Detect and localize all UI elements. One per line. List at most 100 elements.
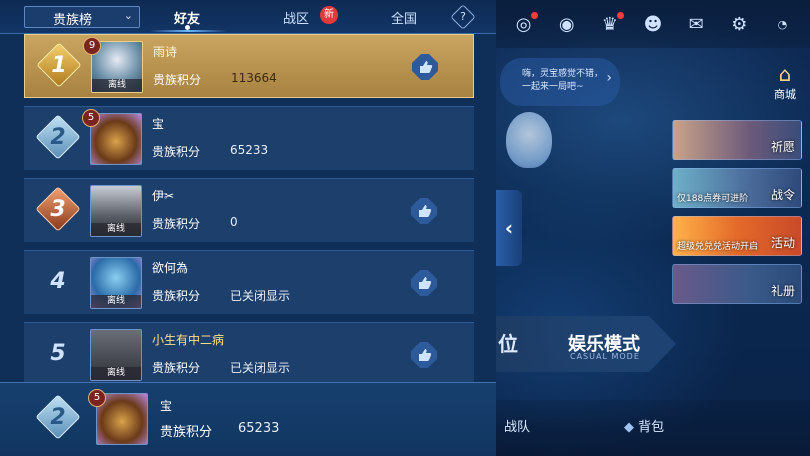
leaderboard-panel: 贵族榜 ⌄ 好友 战区 新 全国 ? 1 离线 9 雨诗 贵族积分 113664 bbox=[0, 0, 496, 456]
like-button[interactable] bbox=[410, 341, 438, 369]
level-badge: 9 bbox=[83, 37, 101, 55]
score-value: 0 bbox=[230, 215, 238, 229]
avatar[interactable]: 离线 bbox=[90, 329, 142, 381]
like-button[interactable] bbox=[411, 53, 439, 81]
score-label: 贵族积分 bbox=[152, 217, 201, 231]
shop-button[interactable]: ⌂ 商城 bbox=[770, 62, 800, 102]
offline-label: 离线 bbox=[92, 79, 142, 92]
bubble-text: 嗨，灵宝感觉不错，一起来一局吧~ bbox=[522, 69, 604, 92]
battle-pass-panel[interactable]: 仅188点券可进阶 战令 bbox=[672, 168, 802, 208]
my-rank-bar: 2 5 宝 贵族积分 65233 bbox=[0, 382, 496, 456]
score-value: 已关闭显示 bbox=[230, 289, 291, 303]
panel-sub: 超级兑兑兑活动开启 bbox=[677, 242, 759, 252]
leaderboard-tabs: 贵族榜 ⌄ 好友 战区 新 全国 ? bbox=[0, 0, 496, 34]
avatar[interactable]: 离线 bbox=[90, 185, 142, 237]
score-value: 65233 bbox=[238, 421, 280, 436]
notification-dot bbox=[616, 12, 624, 19]
rank-text: 3 bbox=[50, 196, 66, 222]
help-icon[interactable]: ? bbox=[450, 4, 476, 30]
bag-icon: ◆ bbox=[624, 420, 639, 435]
offline-label: 离线 bbox=[91, 223, 141, 236]
rank-text: 2 bbox=[50, 124, 66, 150]
tab-national[interactable]: 全国 bbox=[391, 8, 417, 27]
panel-label: 活动 bbox=[770, 236, 795, 250]
offline-label: 离线 bbox=[91, 367, 141, 380]
rank-number: 5 bbox=[38, 333, 78, 373]
score-label: 贵族积分 bbox=[160, 425, 213, 440]
panel-sub: 仅188点券可进阶 bbox=[677, 194, 749, 204]
eye-icon[interactable]: ◉ bbox=[553, 10, 581, 38]
mascot-character[interactable] bbox=[506, 112, 552, 168]
target-icon[interactable]: ◎ bbox=[510, 10, 538, 38]
wish-panel[interactable]: 祈愿 bbox=[672, 120, 802, 160]
chevron-right-icon: › bbox=[606, 70, 612, 86]
friends-icon[interactable]: ☻ bbox=[639, 10, 667, 38]
casual-mode-subtitle: CASUAL MODE bbox=[570, 352, 640, 361]
leaderboard-row[interactable]: 2 5 宝 贵族积分 65233 bbox=[24, 106, 474, 170]
player-name: 欲何為 bbox=[152, 261, 189, 275]
level-badge: 5 bbox=[82, 109, 100, 127]
rank-text: 5 bbox=[50, 340, 66, 366]
player-name: 宝 bbox=[152, 117, 165, 131]
leaderboard-row[interactable]: 1 离线 9 雨诗 贵族积分 113664 bbox=[24, 34, 474, 98]
trophy-icon[interactable]: ♛ bbox=[596, 10, 624, 38]
rank-number: 4 bbox=[38, 261, 78, 301]
score-label: 贵族积分 bbox=[152, 361, 201, 375]
team-button[interactable]: 战队 bbox=[504, 416, 530, 435]
chevron-down-icon: ⌄ bbox=[123, 9, 133, 22]
bag-label: 背包 bbox=[638, 420, 665, 435]
rank-number: 3 bbox=[38, 189, 78, 229]
score-label: 贵族积分 bbox=[153, 73, 202, 87]
collapse-panel-button[interactable]: ‹ bbox=[496, 190, 522, 266]
rank-text: 1 bbox=[51, 52, 67, 78]
wifi-icon: ◔ bbox=[777, 17, 788, 31]
rank-number: 1 bbox=[39, 45, 79, 85]
leaderboard-row[interactable]: 3 离线 伊✂ 贵族积分 0 bbox=[24, 178, 474, 242]
avatar[interactable]: 离线 bbox=[90, 257, 142, 309]
player-name: 宝 bbox=[160, 399, 173, 413]
rank-text: 2 bbox=[50, 404, 66, 430]
active-tab-dot bbox=[185, 25, 190, 30]
leaderboard-row[interactable]: 5 离线 小生有中二病 贵族积分 已关闭显示 bbox=[24, 322, 474, 382]
shop-label: 商城 bbox=[774, 88, 796, 101]
mail-icon[interactable]: ✉ bbox=[682, 10, 710, 38]
player-name: 小生有中二病 bbox=[152, 333, 225, 347]
score-value: 113664 bbox=[231, 71, 277, 85]
bag-button[interactable]: ◆ 背包 bbox=[624, 416, 664, 435]
leaderboard-row[interactable]: 4 离线 欲何為 贵族积分 已关闭显示 bbox=[24, 250, 474, 314]
like-button[interactable] bbox=[410, 269, 438, 297]
board-type-dropdown[interactable]: 贵族榜 ⌄ bbox=[24, 6, 140, 28]
panel-label: 战令 bbox=[770, 188, 795, 202]
chevron-left-icon: ‹ bbox=[504, 216, 514, 240]
event-panel[interactable]: 超级兑兑兑活动开启 活动 bbox=[672, 216, 802, 256]
leaderboard-list[interactable]: 1 离线 9 雨诗 贵族积分 113664 2 5 宝 贵族积分 65233 3 bbox=[0, 34, 496, 382]
rank-number: 2 bbox=[38, 397, 78, 437]
thumbs-up-icon bbox=[411, 270, 437, 296]
side-panels: 祈愿 仅188点券可进阶 战令 超级兑兑兑活动开启 活动 礼册 bbox=[672, 120, 802, 312]
my-rank-row[interactable]: 2 5 宝 贵族积分 65233 bbox=[24, 387, 474, 451]
tab-region[interactable]: 战区 bbox=[283, 8, 309, 27]
player-name: 伊✂ bbox=[152, 189, 175, 203]
offline-label: 离线 bbox=[91, 295, 141, 308]
thumbs-up-icon bbox=[411, 342, 437, 368]
like-button[interactable] bbox=[410, 197, 438, 225]
active-tab-indicator bbox=[150, 30, 226, 32]
thumbs-up-icon bbox=[411, 198, 437, 224]
score-value: 已关闭显示 bbox=[230, 361, 291, 375]
gear-icon[interactable]: ⚙ bbox=[725, 10, 753, 38]
top-bar: ◎ ◉ ♛ ☻ ✉ ⚙ ◔ bbox=[496, 0, 810, 48]
gift-panel[interactable]: 礼册 bbox=[672, 264, 802, 304]
panel-label: 礼册 bbox=[770, 284, 795, 298]
level-badge: 5 bbox=[88, 389, 106, 407]
score-value: 65233 bbox=[230, 143, 269, 157]
help-glyph: ? bbox=[460, 10, 466, 23]
thumbs-up-icon bbox=[412, 54, 438, 80]
mascot-speech-bubble[interactable]: 嗨，灵宝感觉不错，一起来一局吧~ › bbox=[500, 58, 620, 106]
panel-label: 祈愿 bbox=[770, 140, 795, 154]
ranked-mode-label[interactable]: 位 bbox=[498, 328, 518, 357]
new-badge: 新 bbox=[320, 6, 338, 24]
rank-number: 2 bbox=[38, 117, 78, 157]
shop-icon: ⌂ bbox=[778, 62, 792, 86]
notification-dot bbox=[530, 12, 538, 19]
rank-text: 4 bbox=[50, 268, 66, 294]
